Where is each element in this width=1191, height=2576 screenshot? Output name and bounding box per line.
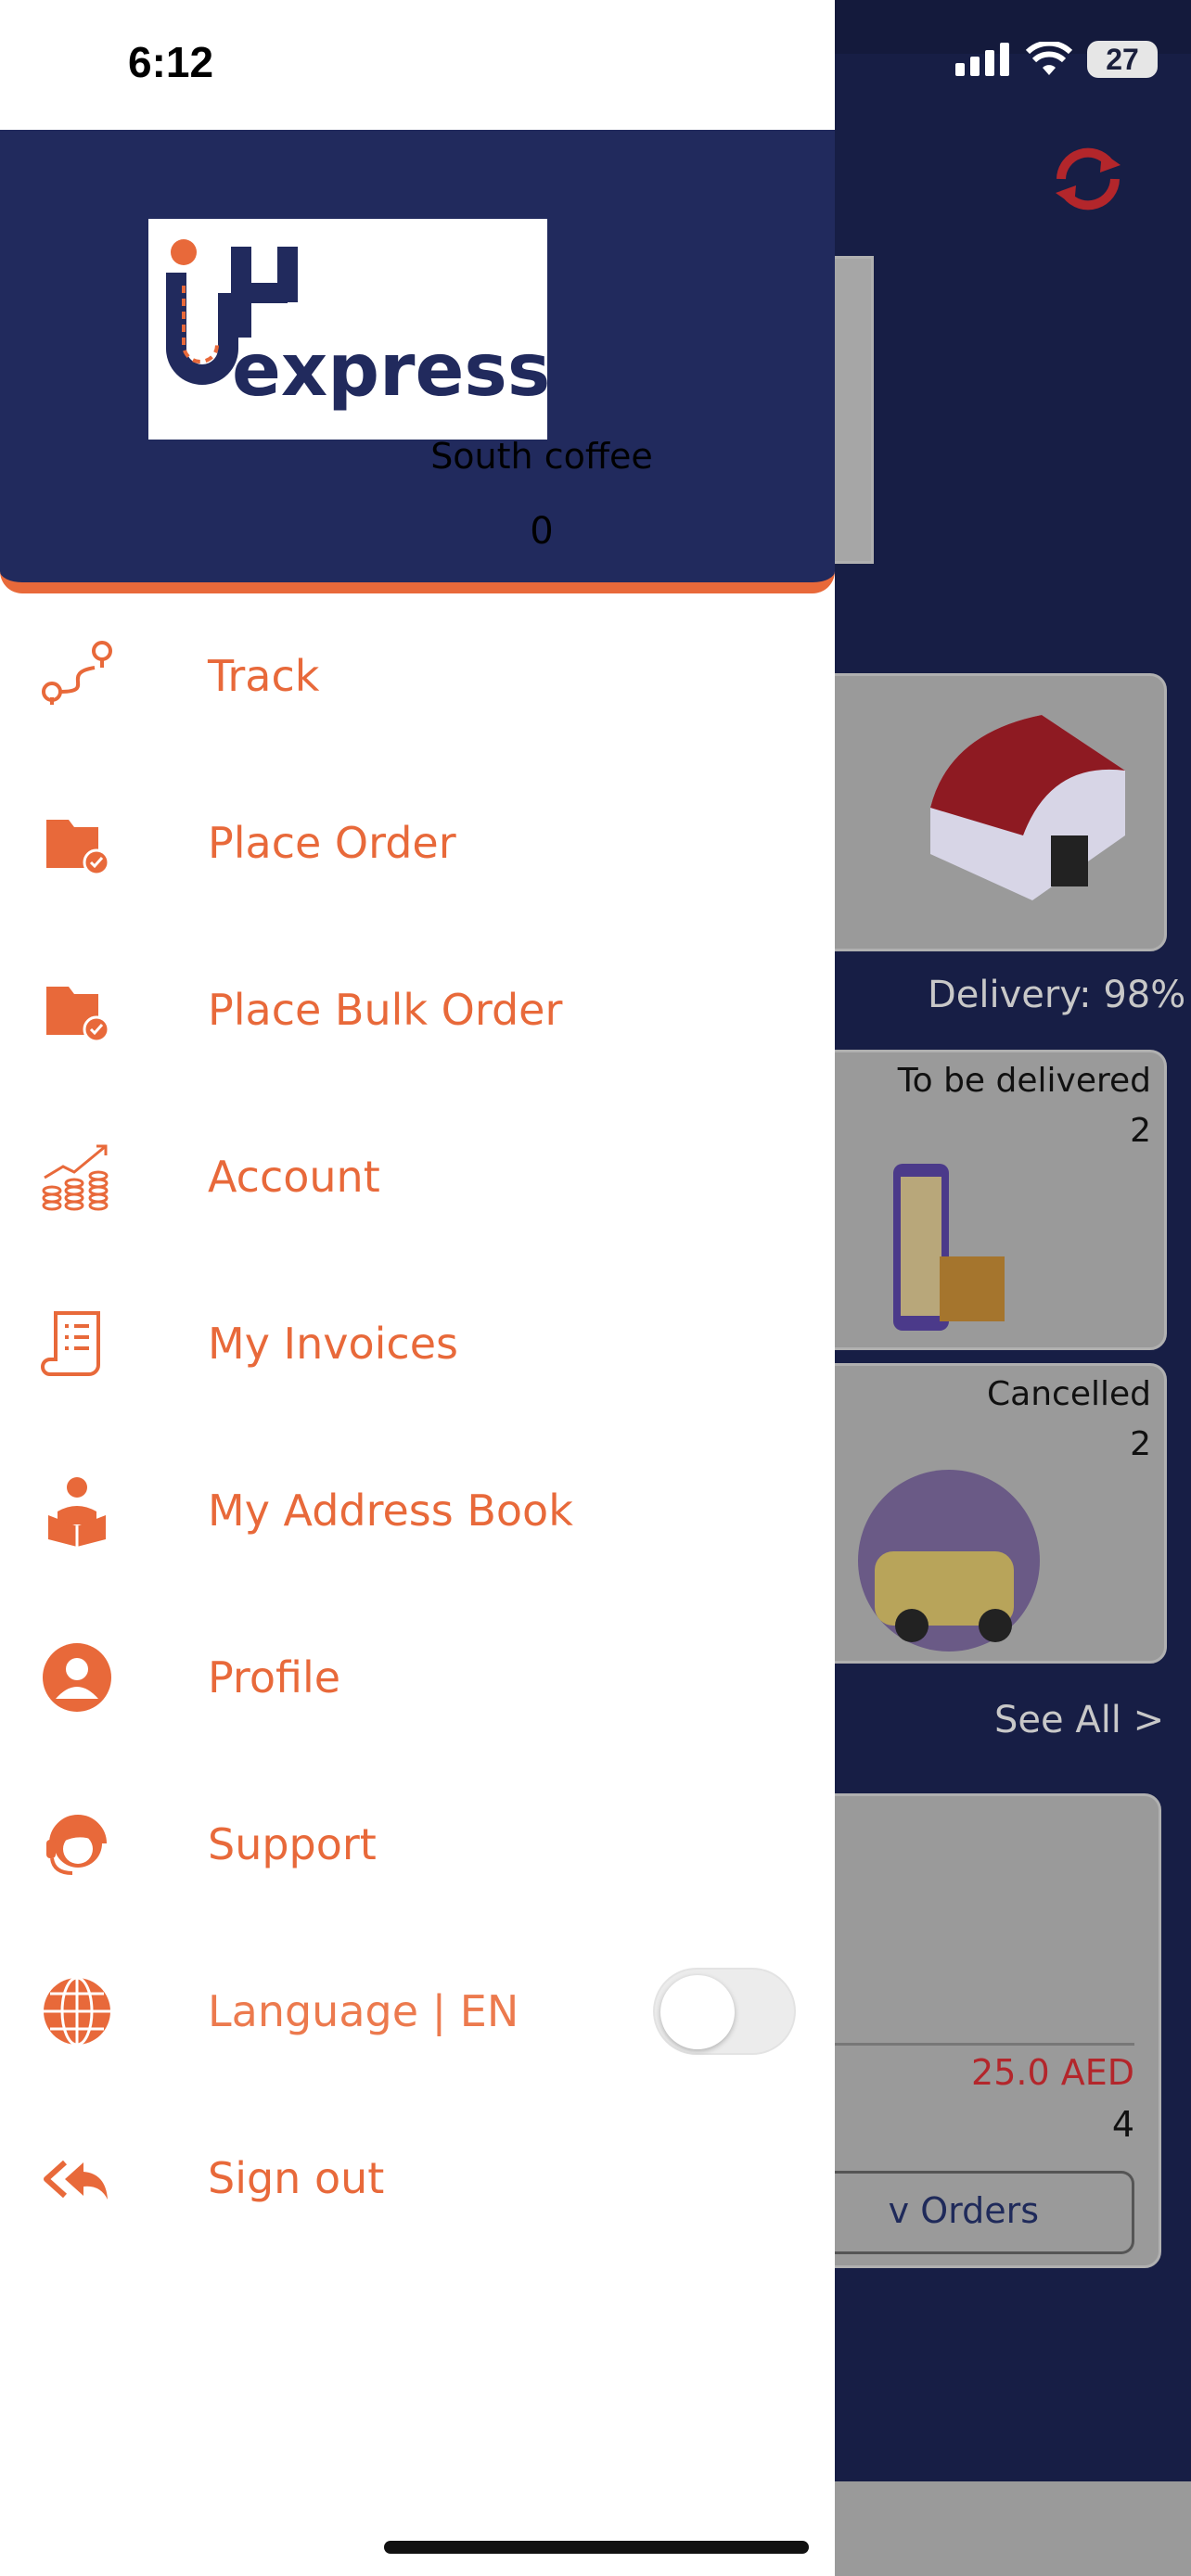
menu-item-language[interactable]: Language | EN — [0, 1942, 835, 2081]
language-toggle[interactable] — [653, 1968, 796, 2055]
menu-item-support[interactable]: Support — [0, 1775, 835, 1914]
user-icon — [41, 1641, 113, 1714]
language-toggle-knob — [660, 1975, 735, 2049]
navigation-drawer: express South coffee 0 Track Place Order — [0, 0, 835, 2576]
menu-label-profile: Profile — [208, 1652, 341, 1702]
growth-coins-icon — [41, 1141, 113, 1213]
menu-label-language: Language | EN — [208, 1986, 519, 2036]
menu-item-track[interactable]: Track — [0, 606, 835, 746]
to-be-delivered-card[interactable]: To be delivered 2 — [816, 1050, 1167, 1350]
view-orders-label: v Orders — [888, 2190, 1039, 2231]
menu-label-account: Account — [208, 1152, 380, 1202]
menu-item-account[interactable]: Account — [0, 1107, 835, 1246]
orders-amount: 25.0 AED — [971, 2052, 1134, 2093]
svg-text:express: express — [232, 329, 547, 413]
menu-item-place-order[interactable]: Place Order — [0, 773, 835, 912]
drawer-top-strip — [0, 54, 835, 130]
phone-parcel-icon — [893, 1164, 1005, 1331]
invoice-icon — [41, 1307, 113, 1380]
delivery-rate: Delivery: 98% — [928, 974, 1186, 1016]
to-be-delivered-count: 2 — [1130, 1112, 1151, 1150]
warehouse-icon — [930, 715, 1125, 900]
reader-icon — [41, 1474, 113, 1547]
menu-label-place-order: Place Order — [208, 818, 456, 868]
cancelled-count: 2 — [1130, 1425, 1151, 1463]
to-be-delivered-label: To be delivered — [897, 1062, 1151, 1100]
status-time: 6:12 — [128, 38, 214, 86]
folder-check-icon — [41, 974, 113, 1046]
brand-logo: express — [148, 219, 550, 440]
signal-icon — [955, 43, 1009, 76]
menu-item-my-address-book[interactable]: My Address Book — [0, 1441, 835, 1580]
route-icon — [41, 640, 113, 712]
orders-divider — [819, 2043, 1134, 2046]
user-count: 0 — [530, 510, 554, 553]
menu-label-support: Support — [208, 1819, 377, 1869]
globe-icon — [41, 1975, 113, 2047]
headset-icon — [41, 1808, 113, 1881]
menu-label-my-invoices: My Invoices — [208, 1319, 458, 1369]
warehouse-card[interactable] — [816, 673, 1167, 951]
van-return-icon — [858, 1470, 1040, 1651]
battery-indicator: 27 — [1087, 41, 1158, 78]
view-orders-button[interactable]: v Orders — [819, 2171, 1134, 2254]
user-name: South coffee — [430, 436, 653, 477]
reply-all-icon — [41, 2142, 113, 2214]
bottom-bar — [816, 2481, 1191, 2576]
menu-item-profile[interactable]: Profile — [0, 1608, 835, 1747]
menu-label-place-bulk-order: Place Bulk Order — [208, 985, 563, 1035]
menu-item-place-bulk-order[interactable]: Place Bulk Order — [0, 940, 835, 1079]
home-indicator[interactable] — [384, 2541, 809, 2554]
menu-item-my-invoices[interactable]: My Invoices — [0, 1274, 835, 1413]
cancelled-label: Cancelled — [987, 1375, 1151, 1413]
see-all-link[interactable]: See All > — [994, 1699, 1164, 1741]
ihexpress-logo: express — [166, 239, 550, 413]
menu-label-my-address-book: My Address Book — [208, 1486, 573, 1536]
menu-label-track: Track — [208, 651, 320, 701]
wifi-icon — [1026, 42, 1072, 75]
orders-count: 4 — [1111, 2104, 1134, 2145]
menu-item-sign-out[interactable]: Sign out — [0, 2109, 835, 2248]
cancelled-card[interactable]: Cancelled 2 — [816, 1363, 1167, 1664]
status-icons: 27 — [955, 41, 1158, 78]
orders-card[interactable]: 25.0 AED 4 v Orders — [816, 1793, 1161, 2268]
menu-label-sign-out: Sign out — [208, 2153, 385, 2203]
folder-check-icon — [41, 807, 113, 879]
refresh-icon[interactable] — [1048, 139, 1128, 219]
